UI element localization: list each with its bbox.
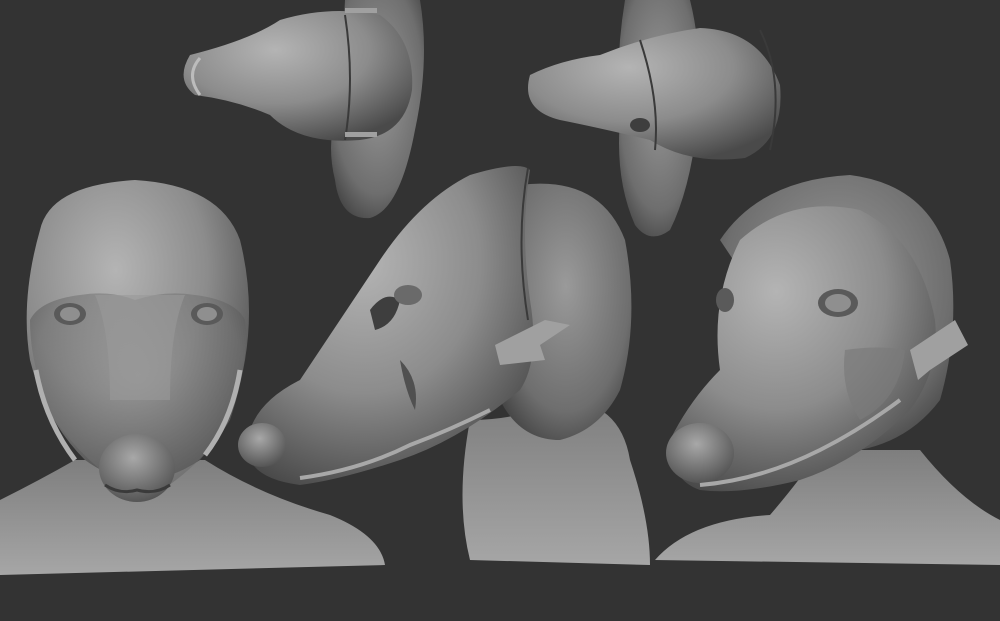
three-quarter-view [655,175,1000,565]
render-viewport [0,0,1000,621]
sculpt-render [0,0,1000,575]
side-view [238,166,650,565]
top-view-left [183,0,424,219]
